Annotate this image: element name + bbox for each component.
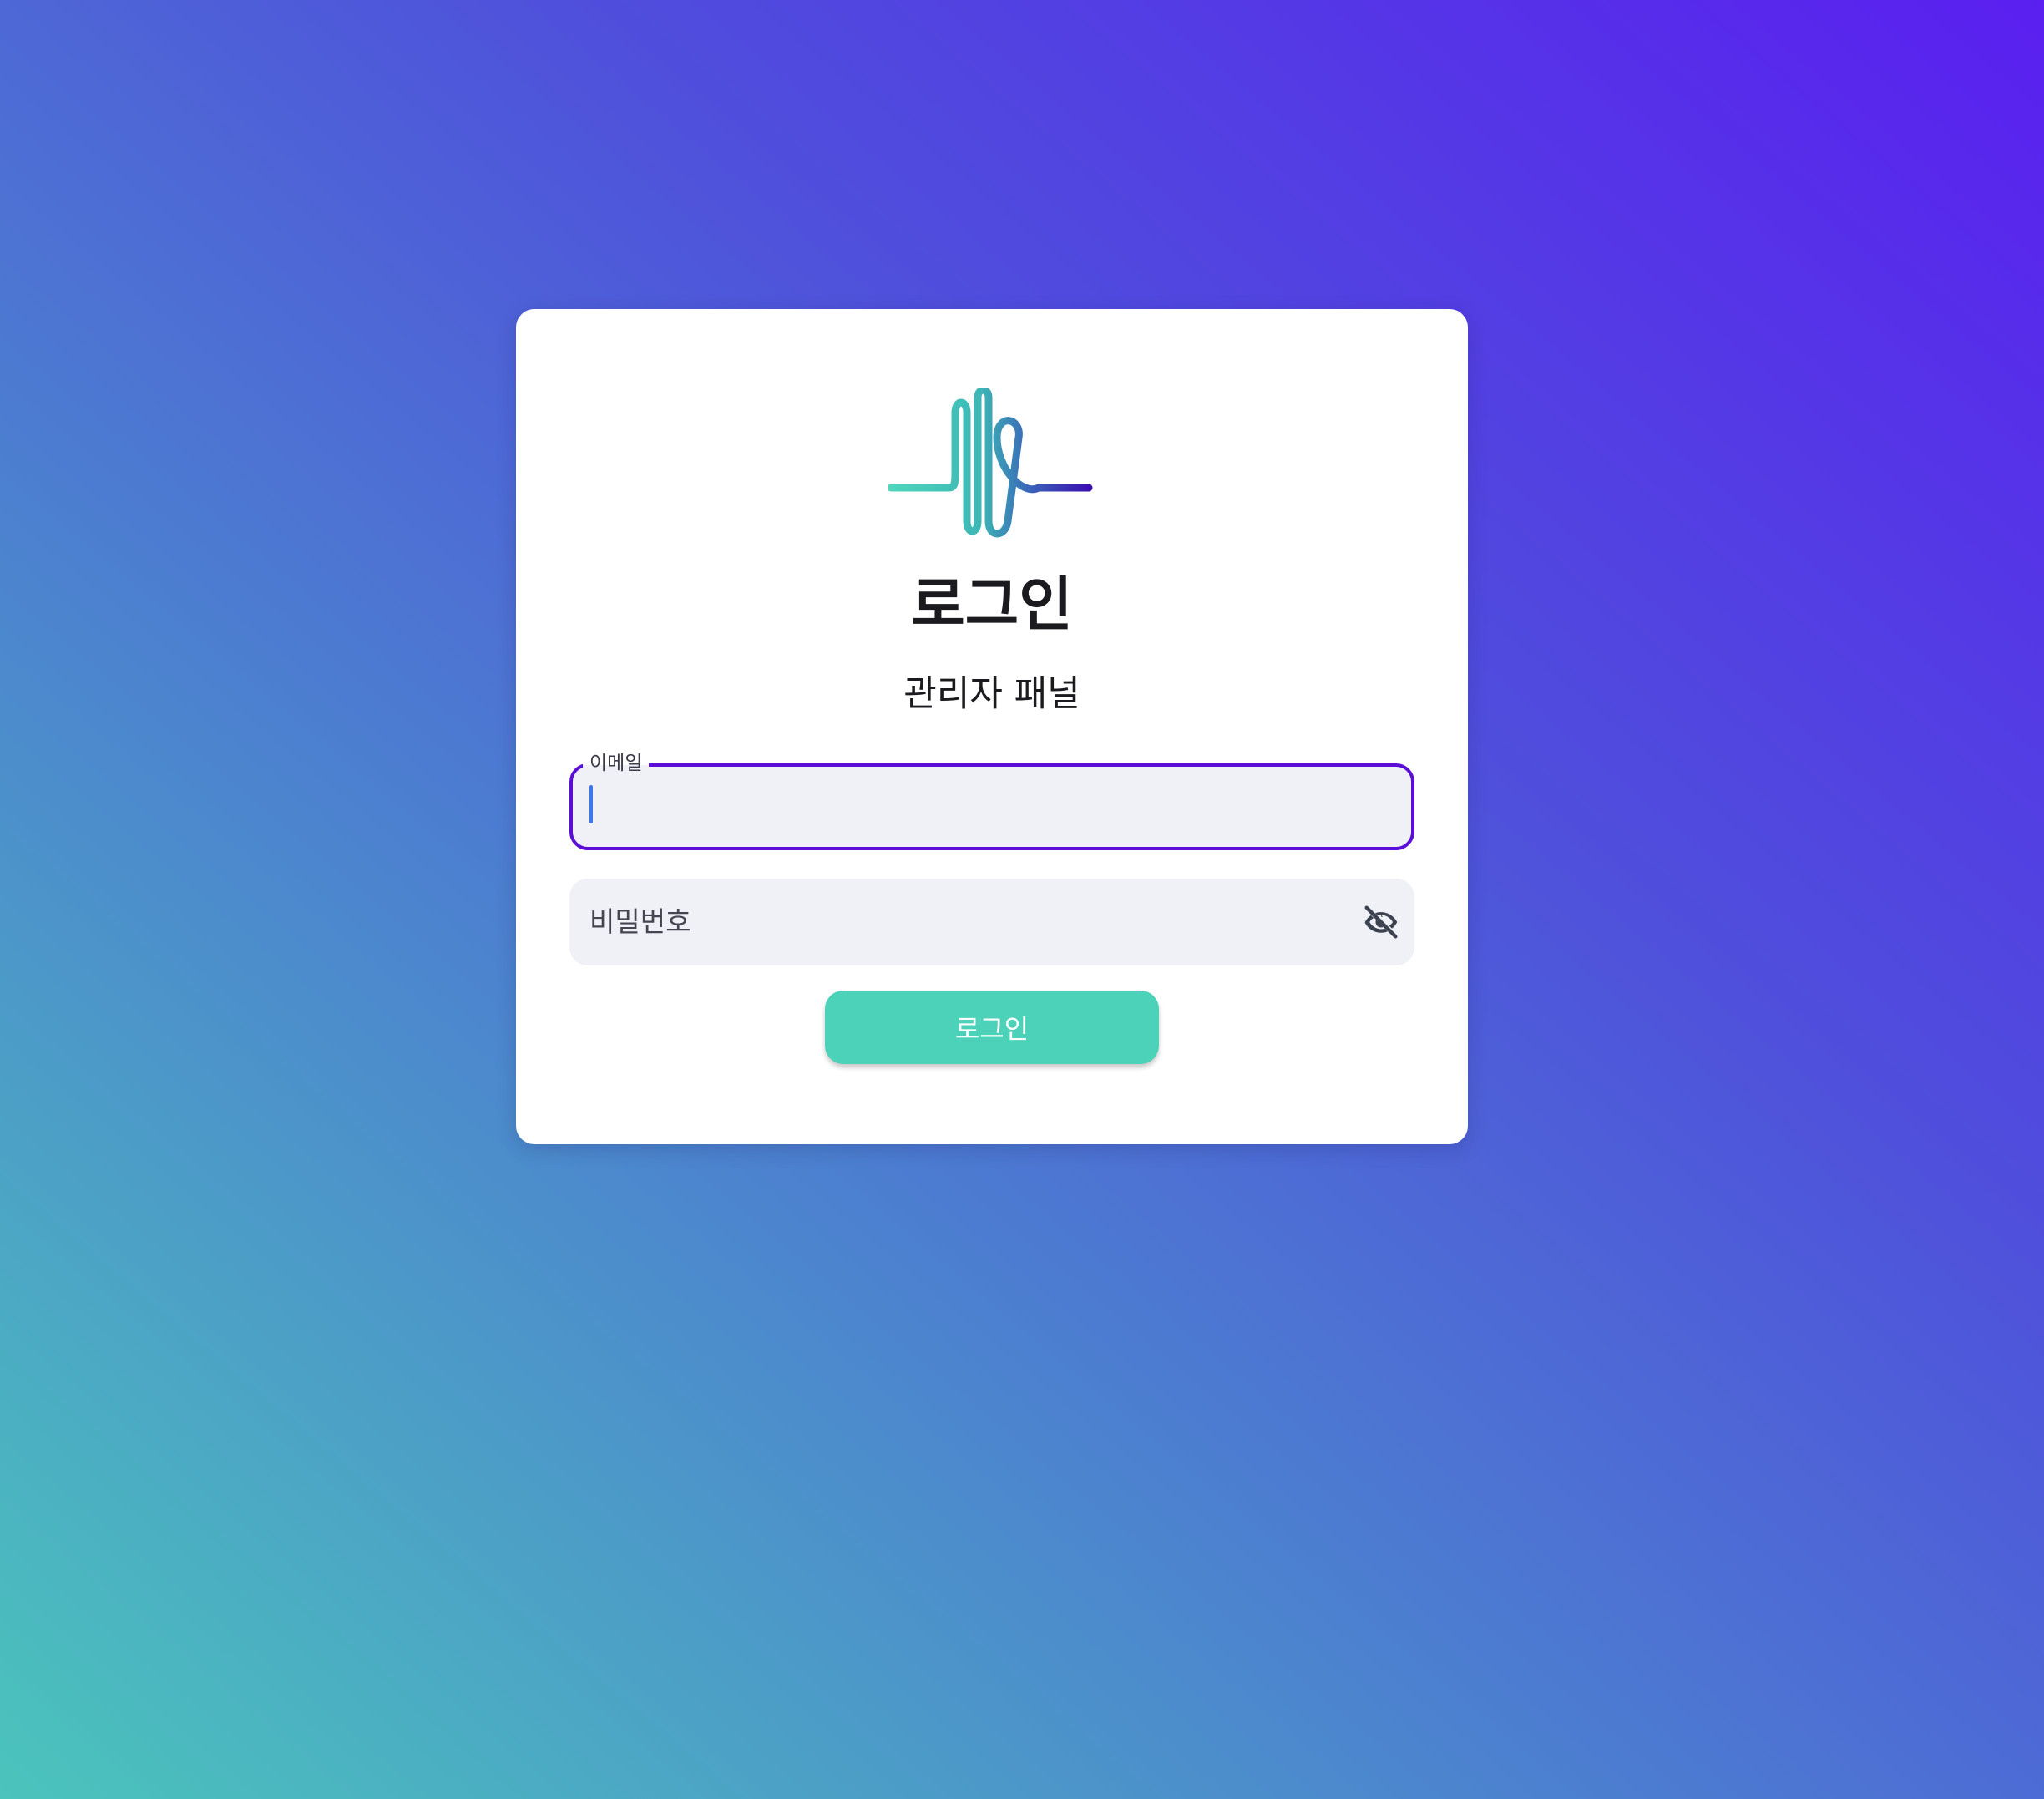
email-field[interactable]: 이메일	[569, 748, 1414, 850]
email-field-label: 이메일	[583, 748, 650, 778]
eye-off-icon[interactable]	[1359, 900, 1403, 944]
waveform-logo-icon	[888, 388, 1094, 546]
password-placeholder: 비밀번호	[589, 905, 691, 938]
text-cursor	[589, 785, 593, 823]
login-card: 로그인 관리자 패널 이메일 비밀번호 로그인	[516, 309, 1468, 1144]
password-field[interactable]: 비밀번호	[569, 879, 1414, 965]
login-button[interactable]: 로그인	[825, 991, 1159, 1064]
page-title: 로그인	[911, 570, 1073, 639]
page-subtitle: 관리자 패널	[903, 673, 1080, 715]
